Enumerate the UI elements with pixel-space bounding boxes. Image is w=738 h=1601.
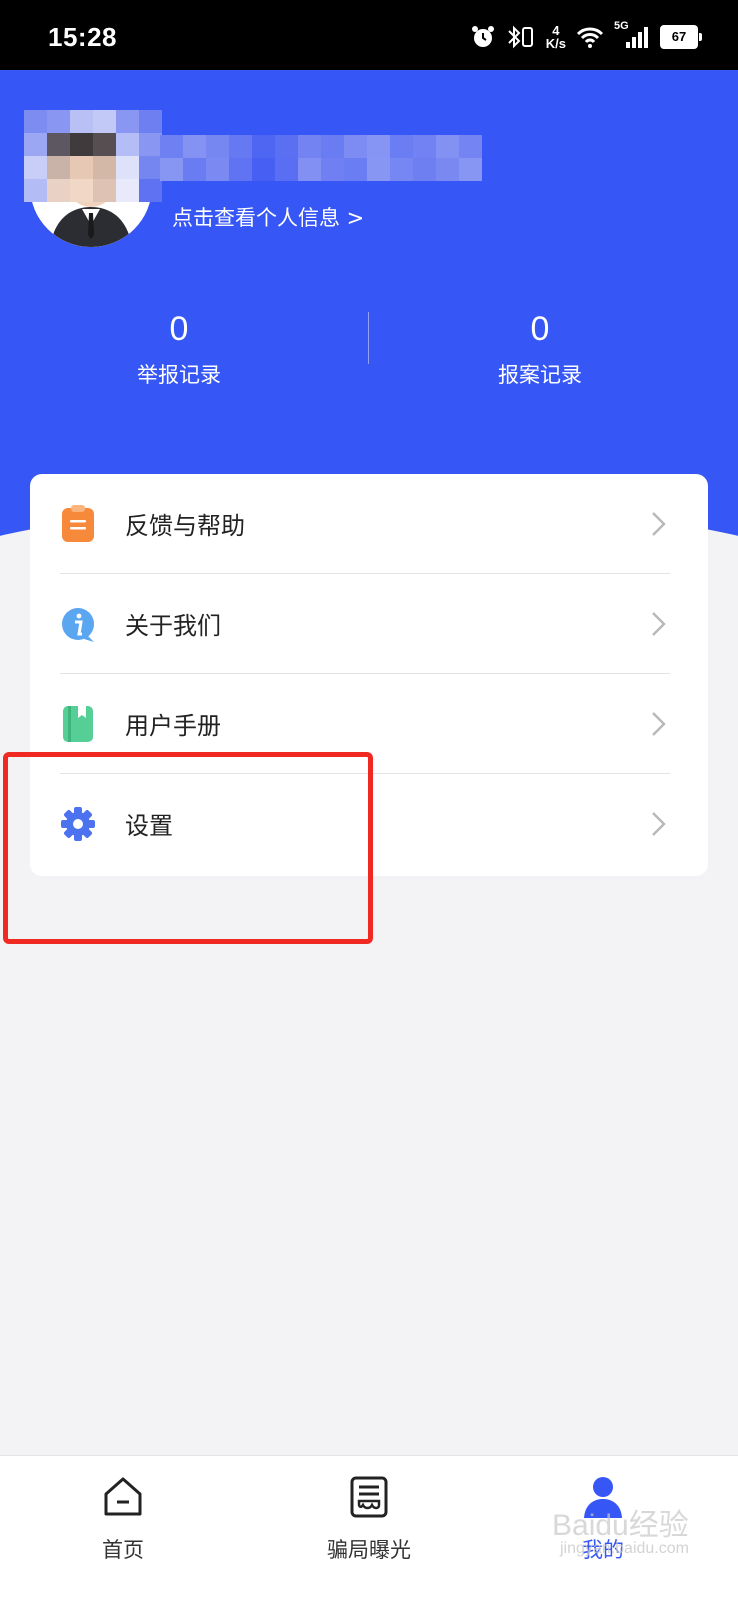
tab-home[interactable]: 首页	[43, 1474, 203, 1564]
view-profile-link[interactable]: 点击查看个人信息 >	[172, 202, 364, 232]
stat-label: 举报记录	[137, 363, 221, 387]
tab-label: 骗局曝光	[327, 1538, 411, 1562]
book-icon	[63, 706, 93, 742]
exposure-icon	[350, 1476, 388, 1518]
bluetooth-vibrate-icon	[508, 25, 533, 49]
chevron-right-icon	[652, 812, 666, 836]
stat-case-records[interactable]: 0 报案记录	[440, 310, 640, 389]
status-time: 15:28	[48, 22, 117, 52]
home-icon	[104, 1477, 142, 1516]
highlight-box	[3, 752, 373, 944]
stat-report-records[interactable]: 0 举报记录	[79, 310, 279, 389]
network-speed: 4 K/s	[546, 24, 566, 50]
watermark: Baidu经验	[552, 1509, 689, 1542]
username-mosaic-2	[160, 135, 482, 181]
battery-indicator: 67	[660, 25, 702, 49]
clipboard-icon	[62, 505, 94, 542]
info-bubble-icon	[62, 608, 94, 642]
wifi-icon	[576, 27, 604, 48]
menu-item-about[interactable]: 关于我们	[30, 574, 708, 674]
menu-item-label: 用户手册	[125, 712, 221, 740]
stat-value: 0	[530, 310, 550, 348]
username-mosaic	[24, 110, 162, 202]
stats-divider	[368, 312, 369, 364]
stat-label: 报案记录	[498, 363, 582, 387]
profile-header: 点击查看个人信息 > 0 举报记录 0 报案记录	[0, 70, 738, 540]
stat-value: 0	[169, 310, 189, 348]
chevron-right-icon	[652, 712, 666, 736]
menu-item-feedback[interactable]: 反馈与帮助	[30, 474, 708, 574]
tab-scam-exposure[interactable]: 骗局曝光	[289, 1474, 449, 1564]
chevron-right-icon	[652, 512, 666, 536]
status-icons: 4 K/s 5G 67	[470, 20, 702, 52]
menu-item-label: 关于我们	[125, 612, 221, 640]
tab-label: 首页	[102, 1538, 144, 1562]
menu-item-label: 反馈与帮助	[125, 512, 245, 540]
status-bar: 15:28 4 K/s 5G 67	[0, 0, 738, 70]
alarm-icon	[471, 26, 494, 47]
speed-unit: K/s	[545, 36, 566, 51]
stats-row: 0 举报记录 0 报案记录	[0, 310, 738, 400]
watermark-url: jingyan.baidu.com	[560, 1540, 689, 1557]
chevron-right-icon	[652, 612, 666, 636]
signal-icon: 5G	[614, 20, 650, 50]
